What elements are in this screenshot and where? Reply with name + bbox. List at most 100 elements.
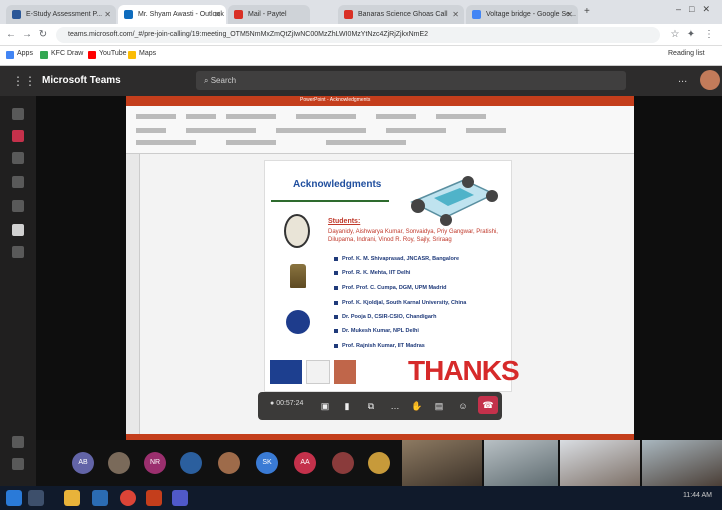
national-emblem-logo	[290, 264, 306, 288]
acknowledgment-item: Prof. Rajnish Kumar, IIT Madras	[334, 343, 425, 349]
acknowledgment-item: Dr. Pooja D, CSIR-CSIO, Chandigarh	[333, 314, 437, 320]
store-icon[interactable]	[92, 490, 108, 506]
close-tab-icon[interactable]: ✕	[452, 5, 459, 24]
files-icon[interactable]	[12, 246, 24, 258]
tab-favicon-icon	[12, 10, 21, 19]
url-input[interactable]: teams.microsoft.com/_#/pre-join-calling/…	[56, 27, 660, 43]
eu-flag-logo	[270, 360, 302, 384]
close-tab-icon[interactable]: ✕	[104, 5, 111, 24]
divider	[271, 200, 389, 202]
chrome-icon[interactable]	[120, 490, 136, 506]
share-screen-icon[interactable]: ⧉	[364, 399, 378, 413]
ppt-window-title: PowerPoint - Acknowledgments	[300, 97, 371, 103]
browser-tab[interactable]: E-Study Assessment P... ✕	[6, 5, 116, 24]
participant-avatar[interactable]: AB	[72, 452, 94, 474]
apps-icon	[6, 51, 14, 59]
window-controls[interactable]: –□✕	[676, 4, 718, 15]
calendar-icon[interactable]	[12, 200, 24, 212]
assignments-icon[interactable]	[12, 176, 24, 188]
acknowledgment-item: Prof. Prof. C. Cumpa, DGM, UPM Madrid	[334, 285, 447, 291]
participant-avatar[interactable]	[368, 452, 390, 474]
browser-tab[interactable]: Banaras Science Ghoas Call ✕	[338, 5, 464, 24]
students-label: Students:	[328, 218, 361, 225]
participants-icon[interactable]: ☺	[456, 399, 470, 413]
star-icon[interactable]: ☆	[668, 27, 682, 43]
back-icon[interactable]: ←	[4, 27, 18, 43]
browser-tab-bar: E-Study Assessment P... ✕ Mr. Shyam Awas…	[0, 0, 722, 24]
app-rail	[0, 96, 36, 486]
students-names: Dayanidy, Aishwarya Kumar, Sonvaidya, Pr…	[328, 229, 498, 243]
windows-taskbar	[0, 486, 722, 510]
slide-title: Acknowledgments	[293, 179, 382, 190]
search-input[interactable]: ⌕ Search	[196, 71, 626, 90]
activity-icon[interactable]	[12, 108, 24, 120]
browser-tab-active[interactable]: Mr. Shyam Awasti - Outlook ✕	[118, 5, 226, 24]
avatar[interactable]	[700, 70, 720, 90]
chat-icon[interactable]: ▤	[432, 399, 446, 413]
bookmark-item[interactable]: Apps	[6, 50, 33, 59]
more-actions-icon[interactable]: …	[388, 399, 402, 413]
csir-logo	[286, 310, 310, 334]
participant-avatar[interactable]: NR	[144, 452, 166, 474]
extensions-icon[interactable]: ✦	[684, 27, 698, 43]
partner-logo	[306, 360, 330, 384]
powerpoint-icon[interactable]	[146, 490, 162, 506]
teams-icon[interactable]	[12, 152, 24, 164]
apps-icon[interactable]	[12, 436, 24, 448]
thanks-text: THANKS	[408, 355, 520, 386]
acknowledgment-item: Dr. Mukesh Kumar, NPL Delhi	[334, 328, 419, 334]
chat-icon[interactable]	[12, 130, 24, 142]
new-tab-icon[interactable]: +	[584, 6, 590, 17]
participant-avatar[interactable]: SK	[256, 452, 278, 474]
help-icon[interactable]	[12, 458, 24, 470]
tab-favicon-icon	[344, 10, 353, 19]
browser-tab[interactable]: Mail - Paytel	[228, 5, 310, 24]
tab-label: Banaras Science Ghoas Call	[358, 11, 448, 18]
participant-avatar[interactable]: AA	[294, 452, 316, 474]
tab-label: Voltage bridge - Google Se...	[486, 11, 576, 18]
camera-icon[interactable]: ▣	[318, 399, 332, 413]
bookmark-icon	[40, 51, 48, 59]
search-icon[interactable]	[28, 490, 44, 506]
acknowledgment-item: Prof. R. K. Mehta, IIT Delhi	[333, 270, 411, 276]
participant-avatar[interactable]	[218, 452, 240, 474]
phone-hangup-icon[interactable]: ☎	[478, 396, 498, 414]
file-explorer-icon[interactable]	[64, 490, 80, 506]
reload-icon[interactable]: ↻	[36, 27, 50, 43]
teams-icon[interactable]	[172, 490, 188, 506]
maps-icon	[128, 51, 136, 59]
participant-avatar[interactable]	[332, 452, 354, 474]
participant-video[interactable]	[402, 440, 482, 486]
partner-logo	[334, 360, 356, 384]
more-options-button[interactable]: ...	[678, 73, 687, 85]
acknowledgment-item: Prof. K. Kjoldjal, South Karnal Universi…	[333, 300, 467, 306]
slide-thumbnail-pane	[126, 154, 140, 436]
ppt-titlebar	[126, 96, 634, 106]
bookmarks-bar: Apps KFC Draw YouTube Maps Reading list	[0, 46, 722, 66]
participant-avatar[interactable]	[180, 452, 202, 474]
participant-video[interactable]	[642, 440, 722, 486]
participant-avatar[interactable]	[108, 452, 130, 474]
close-tab-icon[interactable]: ✕	[214, 5, 221, 24]
microphone-icon[interactable]: ▮	[340, 399, 354, 413]
menu-icon[interactable]: ⋮	[702, 27, 716, 43]
car-chassis-image	[410, 176, 498, 226]
bookmark-item[interactable]: KFC Draw	[40, 50, 83, 59]
calls-icon[interactable]	[12, 224, 24, 236]
tab-favicon-icon	[234, 10, 243, 19]
reading-list-button[interactable]: Reading list	[668, 50, 705, 57]
bookmark-item[interactable]: Maps	[128, 50, 156, 59]
raise-hand-icon[interactable]: ✋	[410, 399, 424, 413]
app-launcher-icon[interactable]: ⋮⋮	[12, 74, 36, 88]
close-tab-icon[interactable]: ✕	[566, 5, 573, 24]
start-icon[interactable]	[6, 490, 22, 506]
participant-video[interactable]	[484, 440, 558, 486]
browser-tab[interactable]: Voltage bridge - Google Se... ✕	[466, 5, 578, 24]
participant-video[interactable]	[560, 440, 640, 486]
bookmark-item[interactable]: YouTube	[88, 50, 127, 59]
tab-label: Mail - Paytel	[248, 11, 287, 18]
clock[interactable]: 11:44 AM	[683, 492, 712, 499]
search-icon: ⌕	[204, 76, 211, 85]
forward-icon[interactable]: →	[20, 27, 34, 43]
app-title: Microsoft Teams	[42, 75, 121, 86]
